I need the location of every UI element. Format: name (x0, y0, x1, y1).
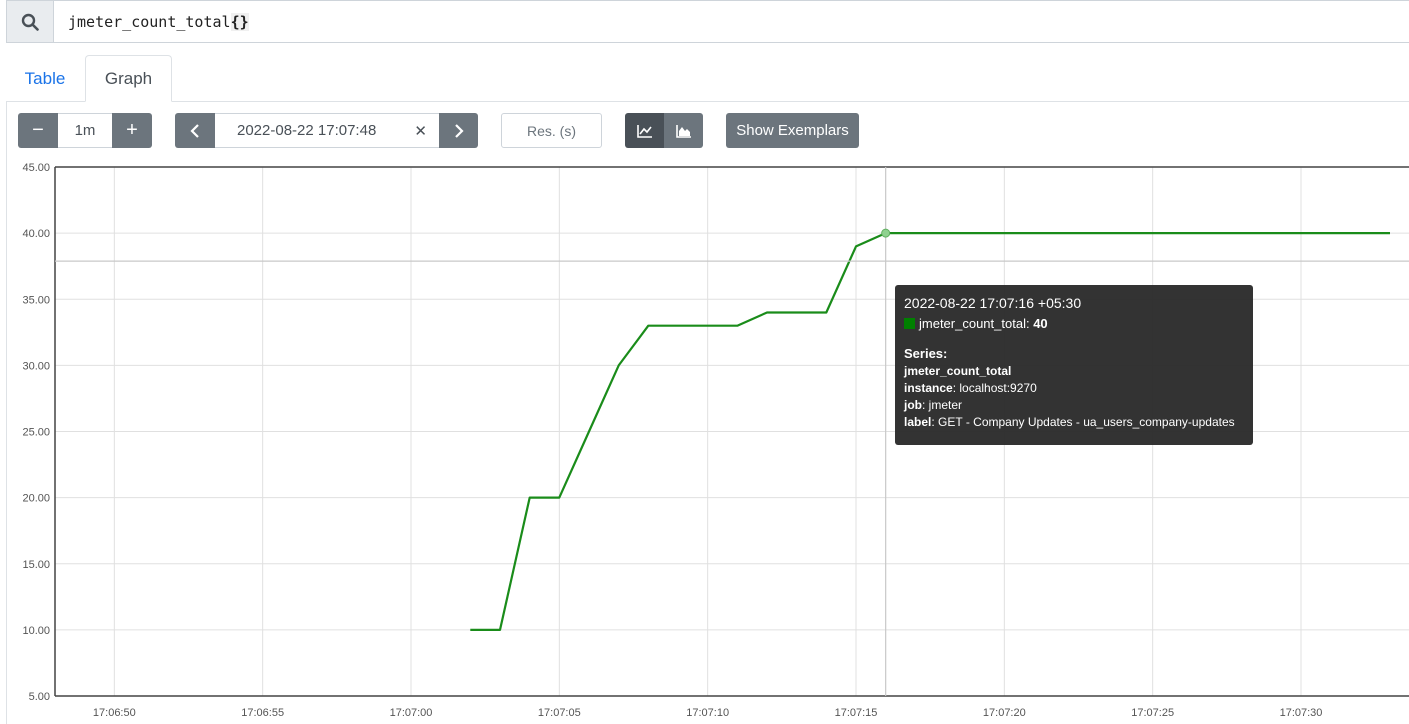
view-tabs: Table Graph (6, 55, 1409, 102)
line-chart-icon (636, 124, 652, 138)
tooltip-series-name: jmeter_count_total (919, 316, 1026, 331)
expression-text: jmeter_count_total (68, 13, 231, 31)
area-chart-icon (675, 124, 691, 138)
resolution-input[interactable]: Res. (s) (501, 113, 602, 148)
y-tick-label: 40.00 (22, 228, 50, 240)
tab-table[interactable]: Table (6, 55, 84, 102)
tooltip-label-job: job: jmeter (904, 398, 963, 412)
y-tick-label: 15.00 (22, 559, 50, 571)
tooltip-metric: jmeter_count_total (904, 364, 1012, 378)
search-icon (21, 13, 39, 31)
tooltip-label-instance: instance: localhost:9270 (904, 381, 1037, 395)
plus-icon: + (126, 119, 138, 141)
x-tick-label: 17:07:00 (390, 707, 433, 719)
panel-border (6, 101, 7, 724)
previous-time-button[interactable] (175, 113, 215, 148)
clear-end-time-icon[interactable]: ✕ (414, 122, 427, 140)
tooltip-series-row: jmeter_count_total: 40 (904, 316, 1244, 331)
stacked-chart-button[interactable] (664, 113, 703, 148)
y-tick-label: 45.00 (22, 162, 50, 174)
x-tick-label: 17:07:30 (1280, 707, 1323, 719)
y-tick-label: 10.00 (22, 625, 50, 637)
graph-tooltip: 2022-08-22 17:07:16 +05:30 jmeter_count_… (895, 285, 1253, 445)
x-tick-label: 17:07:05 (538, 707, 581, 719)
chevron-right-icon (454, 123, 464, 138)
end-time-value: 2022-08-22 17:07:48 (237, 122, 377, 139)
increase-range-button[interactable]: + (112, 113, 152, 148)
y-tick-label: 25.00 (22, 427, 50, 439)
range-input[interactable]: 1m (58, 113, 112, 148)
x-tick-label: 17:07:15 (835, 707, 878, 719)
tab-graph[interactable]: Graph (85, 55, 172, 102)
x-tick-label: 17:06:50 (93, 707, 136, 719)
search-button[interactable] (7, 1, 54, 42)
chevron-left-icon (190, 123, 199, 138)
x-tick-label: 17:07:25 (1131, 707, 1174, 719)
x-tick-label: 17:06:55 (241, 707, 284, 719)
y-tick-label: 5.00 (29, 691, 50, 703)
next-time-button[interactable] (439, 113, 478, 148)
y-tick-label: 35.00 (22, 294, 50, 306)
unstacked-chart-button[interactable] (625, 113, 664, 148)
tooltip-label-label: label: GET - Company Updates - ua_users_… (904, 415, 1235, 429)
expression-input[interactable]: jmeter_count_total{} (68, 13, 249, 31)
end-time-input[interactable]: 2022-08-22 17:07:48 ✕ (215, 113, 439, 148)
show-exemplars-button[interactable]: Show Exemplars (726, 113, 859, 148)
x-tick-label: 17:07:20 (983, 707, 1026, 719)
minus-icon: − (32, 119, 44, 141)
expression-braces: {} (230, 13, 249, 31)
tooltip-date: 2022-08-22 17:07:16 +05:30 (904, 295, 1082, 311)
tooltip-value: 40 (1033, 316, 1048, 331)
decrease-range-button[interactable]: − (18, 113, 58, 148)
x-tick-label: 17:07:10 (686, 707, 729, 719)
hover-point (881, 228, 891, 238)
expression-input-bar: jmeter_count_total{} (6, 0, 1409, 43)
tooltip-series-heading: Series: (904, 346, 948, 361)
series-color-swatch (904, 318, 915, 329)
y-tick-label: 20.00 (22, 493, 50, 505)
y-tick-label: 30.00 (22, 360, 50, 372)
